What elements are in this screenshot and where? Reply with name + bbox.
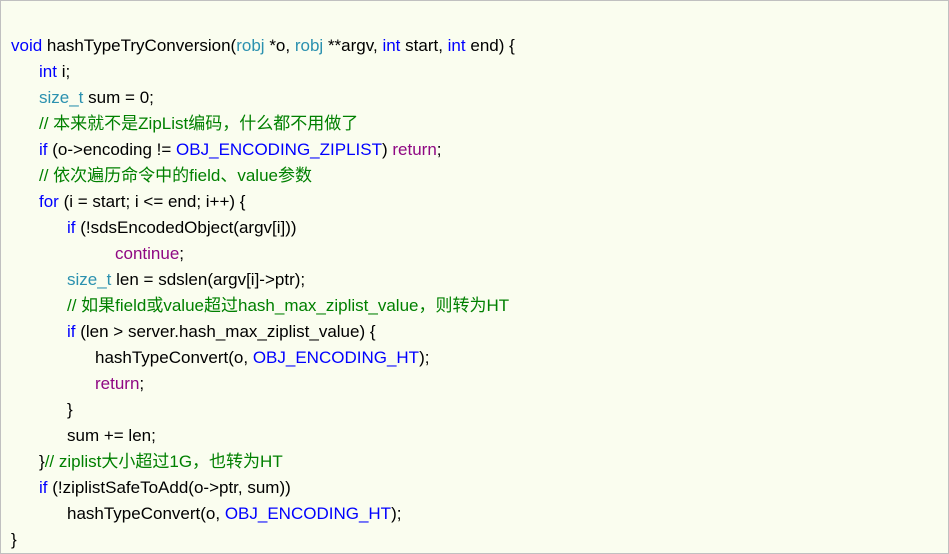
line-14: return; xyxy=(11,374,144,393)
keyword-if: if xyxy=(39,478,48,497)
line-6: // 依次遍历命令中的field、value参数 xyxy=(11,166,312,185)
expr: (o->encoding != xyxy=(52,140,176,159)
param-o: *o xyxy=(269,36,285,55)
brace-open: ) { xyxy=(499,36,515,55)
stmt-sum: sum += len; xyxy=(67,426,156,445)
literal-0: 0 xyxy=(140,88,149,107)
var-i: i; xyxy=(62,62,71,81)
semicolon: ; xyxy=(437,140,442,159)
type-int: int xyxy=(39,62,57,81)
comment: // 如果field或value超过hash_max_ziplist_value… xyxy=(67,296,509,315)
line-15: } xyxy=(11,400,73,419)
line-20: } xyxy=(11,530,17,549)
line-8: if (!sdsEncodedObject(argv[i])) xyxy=(11,218,297,237)
for-header: (i = start; i <= end; i++) { xyxy=(59,192,246,211)
call-hashtypeconvert: hashTypeConvert(o, xyxy=(67,504,225,523)
code-snippet: void hashTypeTryConversion(robj *o, robj… xyxy=(0,0,949,554)
paren-close: ); xyxy=(419,348,429,367)
type-robj: robj xyxy=(295,36,323,55)
keyword-if: if xyxy=(67,218,76,237)
line-16: sum += len; xyxy=(11,426,156,445)
brace-close: } xyxy=(11,530,17,549)
line-5: if (o->encoding != OBJ_ENCODING_ZIPLIST)… xyxy=(11,140,442,159)
stmt-len: len = sdslen(argv[i]->ptr); xyxy=(111,270,305,289)
if-cond: (!sdsEncodedObject(argv[i])) xyxy=(76,218,297,237)
line-10: size_t len = sdslen(argv[i]->ptr); xyxy=(11,270,305,289)
function-name: hashTypeTryConversion xyxy=(47,36,231,55)
keyword-void: void xyxy=(11,36,42,55)
if-cond: (len > server.hash_max_ziplist_value) { xyxy=(76,322,376,341)
type-size-t: size_t xyxy=(67,270,111,289)
var-sum: sum xyxy=(88,88,120,107)
keyword-if: if xyxy=(67,322,76,341)
semicolon: ; xyxy=(179,244,184,263)
comment: // ziplist大小超过1G，也转为HT xyxy=(45,452,283,471)
line-7: for (i = start; i <= end; i++) { xyxy=(11,192,245,211)
type-size-t: size_t xyxy=(39,88,83,107)
line-2: int i; xyxy=(11,62,70,81)
line-9: continue; xyxy=(11,244,184,263)
const-encoding-ht: OBJ_ENCODING_HT xyxy=(253,348,419,367)
line-18: if (!ziplistSafeToAdd(o->ptr, sum)) xyxy=(11,478,291,497)
keyword-for: for xyxy=(39,192,59,211)
type-int: int xyxy=(448,36,466,55)
line-17: }// ziplist大小超过1G，也转为HT xyxy=(11,452,283,471)
line-3: size_t sum = 0; xyxy=(11,88,154,107)
keyword-continue: continue xyxy=(115,244,179,263)
const-encoding-ziplist: OBJ_ENCODING_ZIPLIST xyxy=(176,140,382,159)
comment: // 本来就不是ZipList编码，什么都不用做了 xyxy=(39,114,358,133)
semicolon: ; xyxy=(149,88,154,107)
keyword-return: return xyxy=(95,374,139,393)
keyword-return: return xyxy=(392,140,436,159)
const-encoding-ht: OBJ_ENCODING_HT xyxy=(225,504,391,523)
type-int: int xyxy=(382,36,400,55)
type-robj: robj xyxy=(236,36,264,55)
brace-close: } xyxy=(67,400,73,419)
param-end: end xyxy=(470,36,498,55)
param-argv: **argv xyxy=(328,36,373,55)
line-4: // 本来就不是ZipList编码，什么都不用做了 xyxy=(11,114,358,133)
line-13: hashTypeConvert(o, OBJ_ENCODING_HT); xyxy=(11,348,429,367)
op-assign: = xyxy=(125,88,135,107)
line-19: hashTypeConvert(o, OBJ_ENCODING_HT); xyxy=(11,504,401,523)
param-start: start xyxy=(405,36,438,55)
if-cond: (!ziplistSafeToAdd(o->ptr, sum)) xyxy=(48,478,291,497)
line-11: // 如果field或value超过hash_max_ziplist_value… xyxy=(11,296,509,315)
line-12: if (len > server.hash_max_ziplist_value)… xyxy=(11,322,376,341)
line-1: void hashTypeTryConversion(robj *o, robj… xyxy=(11,36,515,55)
paren-close: ) xyxy=(382,140,392,159)
call-hashtypeconvert: hashTypeConvert(o, xyxy=(95,348,253,367)
keyword-if: if xyxy=(39,140,48,159)
paren-close: ); xyxy=(391,504,401,523)
comment: // 依次遍历命令中的field、value参数 xyxy=(39,166,312,185)
semicolon: ; xyxy=(139,374,144,393)
